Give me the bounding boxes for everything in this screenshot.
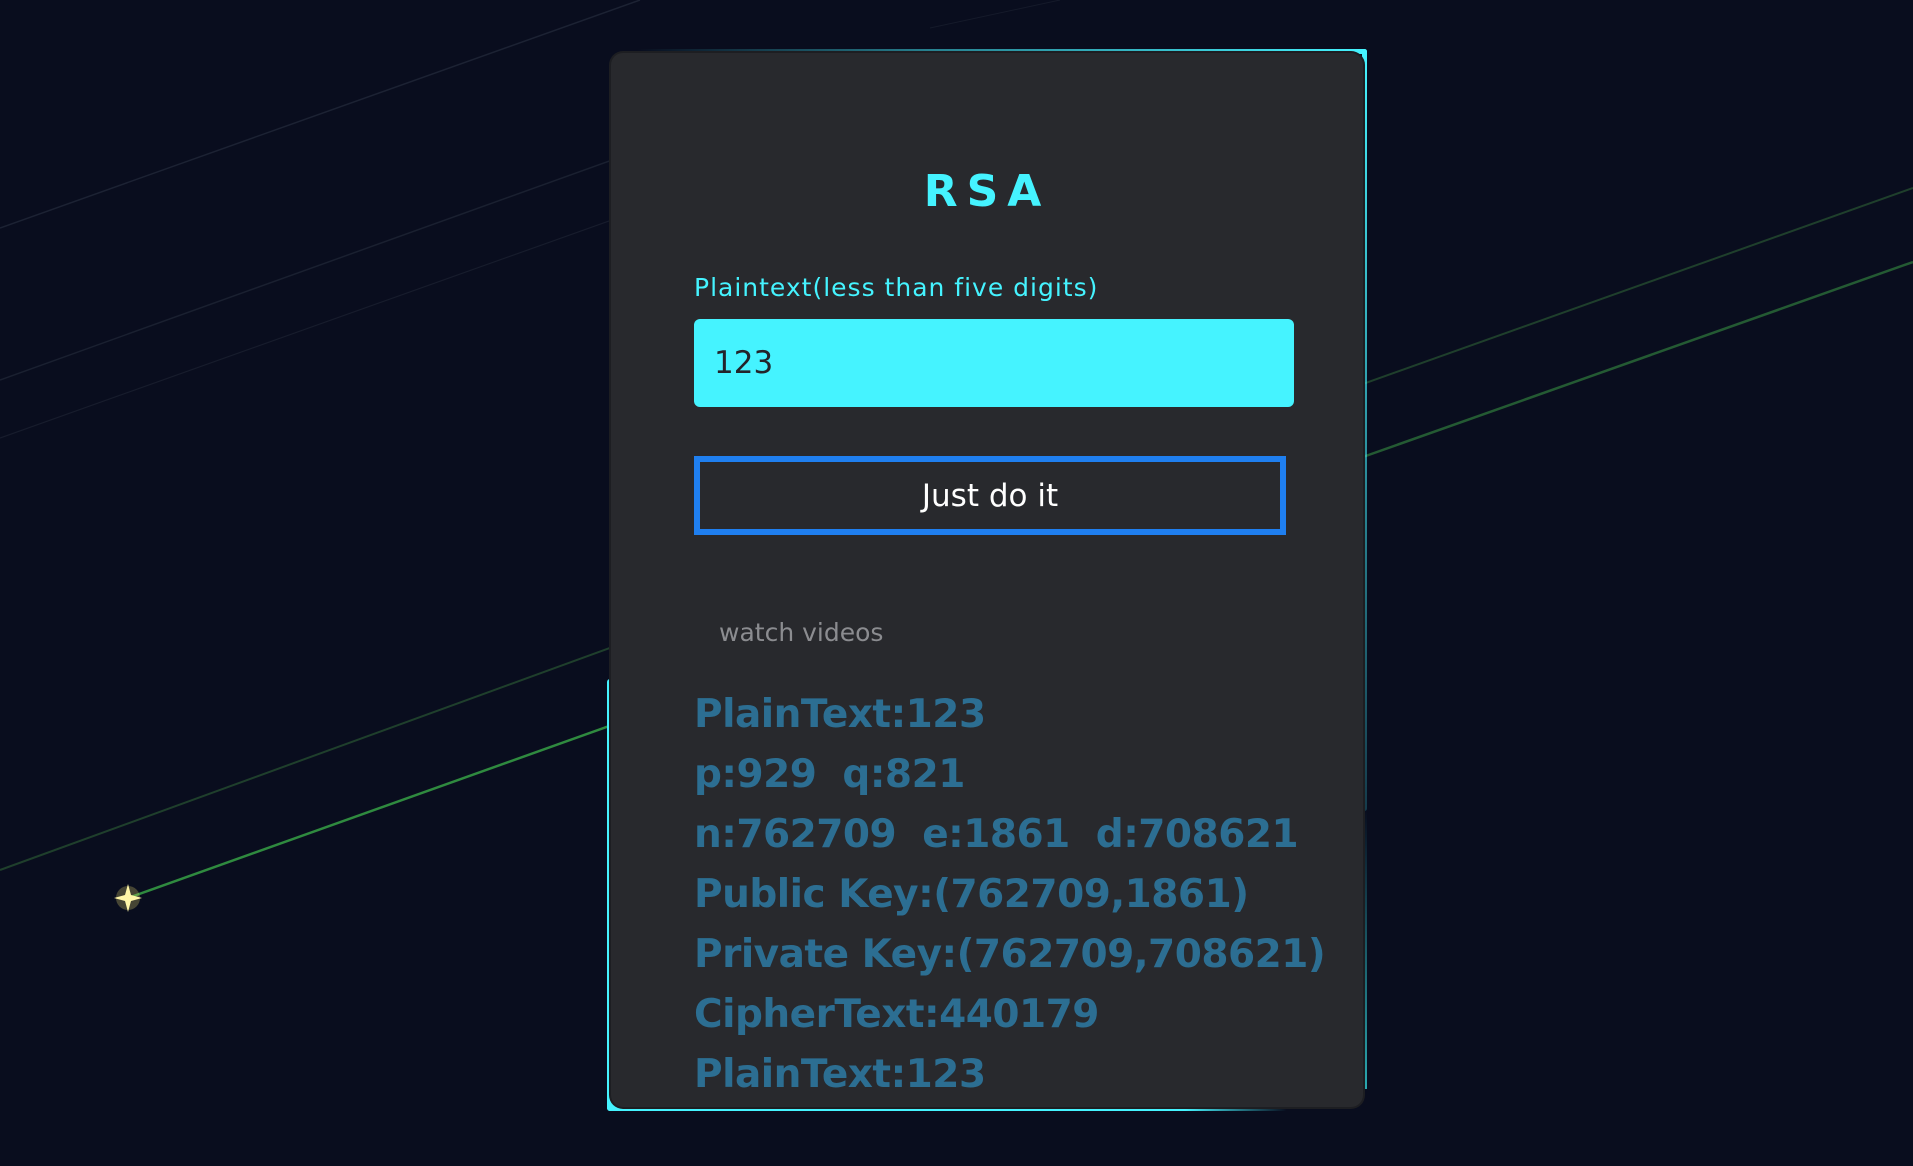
card-glow-right-lower [1363,809,1367,1089]
bg-line [0,636,641,871]
watch-videos-link[interactable]: watch videos [719,618,883,647]
result-ciphertext: CipherText:440179 [694,992,1099,1037]
result-e: e:1861 [922,812,1070,857]
result-decrypted: PlainText:123 [694,1052,986,1097]
result-private-key: Private Key:(762709,708621) [694,932,1326,977]
result-public-key: Public Key:(762709,1861) [694,872,1249,917]
bg-line [1359,187,1913,386]
result-plaintext: PlainText:123 [694,692,986,737]
rsa-card: RSA Plaintext(less than five digits) Jus… [611,53,1363,1107]
result-n: n:762709 [694,812,897,857]
rsa-card-frame: RSA Plaintext(less than five digits) Jus… [607,49,1367,1111]
bg-line [0,149,641,381]
result-d: d:708621 [1095,812,1299,857]
result-p: p:929 [694,752,817,797]
bg-line [929,0,1061,29]
page-background: RSA Plaintext(less than five digits) Jus… [0,0,1913,1166]
bg-line-bright [1359,260,1913,460]
sparkle-icon [114,884,142,912]
result-q: q:821 [842,752,965,797]
bg-line [0,0,641,229]
bg-line-bright [127,713,641,900]
plaintext-label: Plaintext(less than five digits) [694,273,1099,302]
plaintext-input[interactable] [694,319,1294,407]
result-params: n:762709 e:1861 d:708621 [694,805,1325,865]
bg-line [0,209,641,439]
page-title: RSA [923,166,1051,217]
just-do-it-button[interactable]: Just do it [694,456,1286,535]
results-panel: PlainText:123 p:929 q:821 n:762709 e:1861 d… [694,685,1326,1105]
result-primes: p:929 q:821 [694,745,1325,805]
